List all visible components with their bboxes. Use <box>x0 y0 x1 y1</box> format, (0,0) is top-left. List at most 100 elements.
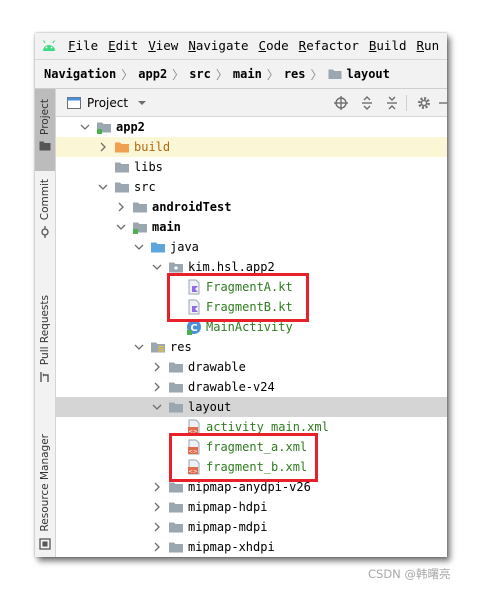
chevron-down-icon[interactable] <box>152 401 162 413</box>
breadcrumb-item-layout[interactable]: layout <box>328 67 390 81</box>
tree-row-fragment-b-xml[interactable]: <> fragment_b.xml <box>56 457 447 477</box>
menu-build[interactable]: Build <box>364 33 412 59</box>
tree-label: FragmentB.kt <box>206 300 293 314</box>
tree-row-res[interactable]: res <box>56 337 447 357</box>
tree-row-src[interactable]: src <box>56 177 447 197</box>
tree-row-mipmap-xhdpi[interactable]: mipmap-xhdpi <box>56 537 447 557</box>
kotlin-file-icon <box>188 299 200 315</box>
locate-icon[interactable] <box>333 95 349 111</box>
chevron-down-icon[interactable] <box>116 221 126 233</box>
tree-label: layout <box>188 400 232 414</box>
chevron-down-icon[interactable] <box>80 121 90 133</box>
tree-row-main-activity[interactable]: C MainActivity <box>56 317 447 337</box>
tree-label: app2 <box>116 120 145 134</box>
gear-icon[interactable] <box>416 95 432 111</box>
folder-icon <box>169 502 183 513</box>
tree-label: mipmap-anydpi-v26 <box>188 480 311 494</box>
tree-row-fragment-a-xml[interactable]: <> fragment_a.xml <box>56 437 447 457</box>
collapse-all-icon[interactable] <box>384 95 400 111</box>
module-folder-icon <box>97 122 111 134</box>
chevron-down-icon[interactable] <box>98 181 108 193</box>
xml-layout-icon: <> <box>188 419 200 435</box>
tool-tab-resource-manager[interactable]: Resource Manager <box>35 434 55 556</box>
project-tree: app2 build libs src androidTest main jav… <box>56 117 447 557</box>
chevron-down-icon[interactable] <box>152 261 162 273</box>
tree-row-drawable[interactable]: drawable <box>56 357 447 377</box>
breadcrumb-item-res[interactable]: res <box>284 67 306 81</box>
chevron-right-icon: 〉 <box>266 67 279 82</box>
folder-icon <box>169 542 183 553</box>
tree-row-fragment-b-kt[interactable]: FragmentB.kt <box>56 297 447 317</box>
menu-view[interactable]: View <box>143 33 183 59</box>
chevron-right-icon[interactable] <box>116 201 126 213</box>
tree-row-mipmap-mdpi[interactable]: mipmap-mdpi <box>56 517 447 537</box>
tree-label: mipmap-mdpi <box>188 520 268 534</box>
excluded-folder-icon <box>115 142 129 153</box>
chevron-right-icon[interactable] <box>152 501 162 513</box>
tree-row-package[interactable]: kim.hsl.app2 <box>56 257 447 277</box>
tree-row-fragment-a-kt[interactable]: FragmentA.kt <box>56 277 447 297</box>
project-toolbar: Project <box>56 89 447 117</box>
chevron-down-icon[interactable] <box>134 341 144 353</box>
tree-row-mipmap-hdpi[interactable]: mipmap-hdpi <box>56 497 447 517</box>
tool-tab-pull-requests[interactable]: Pull Requests <box>35 295 55 413</box>
menu-refactor[interactable]: Refactor <box>294 33 364 59</box>
minimize-icon[interactable] <box>438 95 447 111</box>
expand-all-icon[interactable] <box>359 95 375 111</box>
xml-layout-icon: <> <box>188 459 200 475</box>
svg-text:<>: <> <box>188 469 198 475</box>
chevron-right-icon[interactable] <box>152 521 162 533</box>
chevron-right-icon: 〉 <box>172 67 185 82</box>
tree-row-build[interactable]: build <box>56 137 447 157</box>
tool-tab-commit[interactable]: Commit <box>35 179 55 291</box>
chevron-right-icon[interactable] <box>152 541 162 553</box>
source-root-folder-icon <box>151 242 165 253</box>
tree-row-layout[interactable]: layout <box>56 397 447 417</box>
tree-label: libs <box>134 160 163 174</box>
tree-label: mipmap-xhdpi <box>188 540 275 554</box>
tree-row-java[interactable]: java <box>56 237 447 257</box>
chevron-right-icon[interactable] <box>152 481 162 493</box>
project-view-selector[interactable]: Project <box>87 96 128 110</box>
watermark: CSDN @韩曙亮 <box>368 567 451 581</box>
tree-row-activity-main-xml[interactable]: <> activity_main.xml <box>56 417 447 437</box>
menu-file[interactable]: File <box>63 33 103 59</box>
chevron-right-icon[interactable] <box>98 141 108 153</box>
menu-run[interactable]: Run <box>412 33 445 59</box>
chevron-right-icon[interactable] <box>152 361 162 373</box>
folder-icon <box>169 482 183 493</box>
folder-icon <box>169 362 183 373</box>
chevron-right-icon[interactable] <box>152 381 162 393</box>
tree-row-drawable-v24[interactable]: drawable-v24 <box>56 377 447 397</box>
folder-icon <box>169 402 183 413</box>
tree-label: drawable-v24 <box>188 380 275 394</box>
menu-navigate[interactable]: Navigate <box>183 33 253 59</box>
tree-row-app2[interactable]: app2 <box>56 117 447 137</box>
tree-label: src <box>134 180 156 194</box>
tree-label: res <box>170 340 192 354</box>
menu-code[interactable]: Code <box>254 33 294 59</box>
tree-row-mipmap-anydpi-v26[interactable]: mipmap-anydpi-v26 <box>56 477 447 497</box>
chevron-down-icon[interactable] <box>137 99 147 107</box>
tool-tab-project[interactable]: Project <box>35 89 55 171</box>
xml-layout-icon: <> <box>188 439 200 455</box>
folder-icon <box>169 522 183 533</box>
chevron-right-icon: 〉 <box>310 67 323 82</box>
tree-label: FragmentA.kt <box>206 280 293 294</box>
folder-icon <box>133 202 147 213</box>
breadcrumb: Navigation 〉 app2 〉 src 〉 main 〉 res 〉 l… <box>35 59 447 89</box>
menu-edit[interactable]: Edit <box>103 33 143 59</box>
tree-label: activity_main.xml <box>206 420 329 434</box>
tree-label: fragment_b.xml <box>206 460 308 474</box>
ide-window: File Edit View Navigate Code Refactor Bu… <box>35 33 447 557</box>
breadcrumb-item-app2[interactable]: app2 <box>138 67 167 81</box>
folder-icon <box>328 69 342 79</box>
tree-row-libs[interactable]: libs <box>56 157 447 177</box>
resource-folder-icon <box>151 342 165 353</box>
breadcrumb-item-main[interactable]: main <box>233 67 262 81</box>
breadcrumb-item-src[interactable]: src <box>189 67 211 81</box>
breadcrumb-item-navigation[interactable]: Navigation <box>44 67 116 81</box>
chevron-down-icon[interactable] <box>134 241 144 253</box>
tree-row-androidtest[interactable]: androidTest <box>56 197 447 217</box>
tree-row-main[interactable]: main <box>56 217 447 237</box>
